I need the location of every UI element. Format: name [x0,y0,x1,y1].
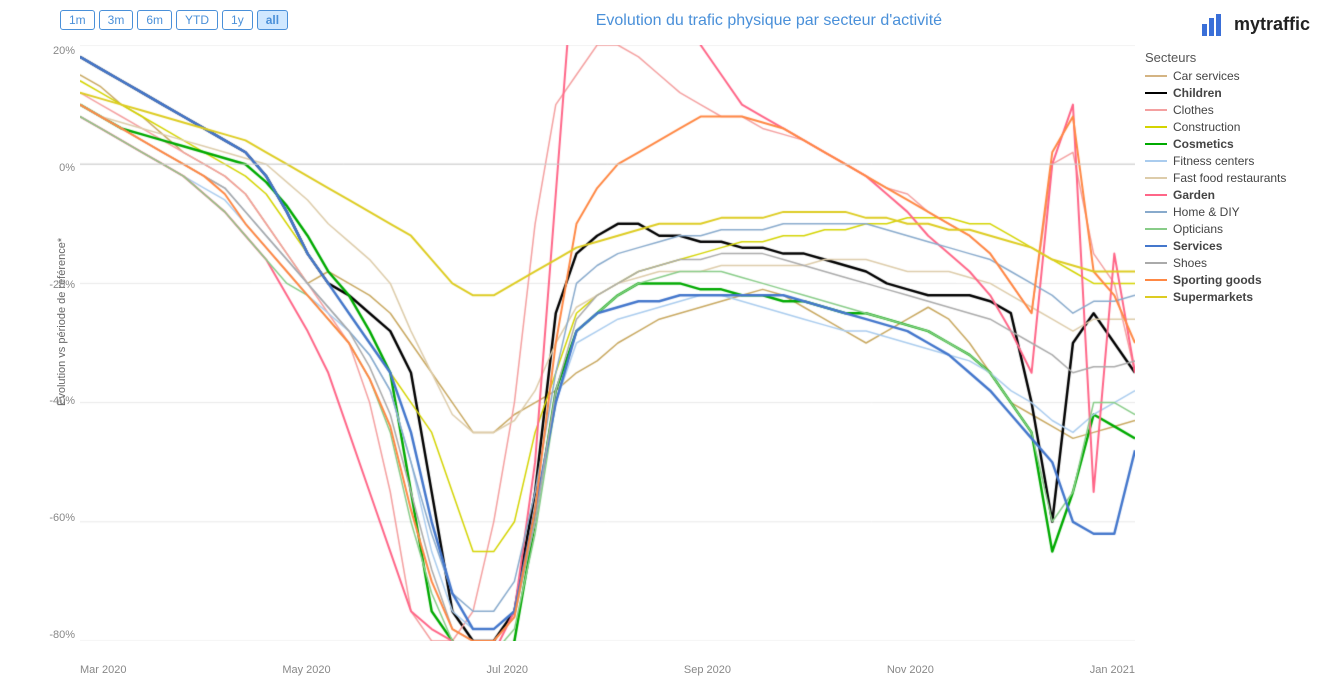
legend-line [1145,160,1167,162]
legend-label: Construction [1173,120,1240,134]
y-label-0: 0% [59,162,75,174]
legend-line [1145,109,1167,111]
btn-1y[interactable]: 1y [222,10,253,30]
legend-label: Fitness centers [1173,154,1254,168]
chart-title: Evolution du trafic physique par secteur… [596,12,942,30]
legend-label: Home & DIY [1173,205,1240,219]
legend-item: Services [1145,239,1320,253]
legend-item: Garden [1145,188,1320,202]
y-axis: 20% 0% -20% -40% -60% -80% [10,45,75,641]
legend-line [1145,194,1167,196]
legend-label: Opticians [1173,222,1223,236]
legend-line [1145,228,1167,230]
x-axis: Mar 2020 May 2020 Jul 2020 Sep 2020 Nov … [80,664,1135,676]
legend-item: Shoes [1145,256,1320,270]
legend-item: Clothes [1145,103,1320,117]
legend-line [1145,92,1167,94]
legend-line [1145,262,1167,264]
legend-item: Fast food restaurants [1145,171,1320,185]
x-label-mar2020: Mar 2020 [80,664,126,676]
legend-line [1145,75,1167,77]
btn-1m[interactable]: 1m [60,10,95,30]
legend-label: Cosmetics [1173,137,1234,151]
btn-all[interactable]: all [257,10,288,30]
x-label-may2020: May 2020 [282,664,330,676]
btn-ytd[interactable]: YTD [176,10,218,30]
logo-text: mytraffic [1234,14,1310,35]
legend-label: Supermarkets [1173,290,1253,304]
legend-label: Clothes [1173,103,1214,117]
legend-label: Services [1173,239,1222,253]
legend-item: Home & DIY [1145,205,1320,219]
legend-label: Children [1173,86,1222,100]
legend-items: Car services Children Clothes Construction C… [1145,69,1320,304]
legend-item: Sporting goods [1145,273,1320,287]
logo-icon [1200,10,1228,38]
legend-line [1145,296,1167,298]
legend-label: Car services [1173,69,1240,83]
x-label-jul2020: Jul 2020 [486,664,528,676]
y-label-neg40: -40% [49,395,75,407]
main-chart-canvas [80,45,1135,641]
y-label-neg60: -60% [49,512,75,524]
time-filter-group: 1m 3m 6m YTD 1y all [60,10,288,30]
legend-title: Secteurs [1145,50,1320,65]
legend-item: Supermarkets [1145,290,1320,304]
legend-line [1145,177,1167,179]
legend-item: Construction [1145,120,1320,134]
legend-item: Opticians [1145,222,1320,236]
x-label-jan2021: Jan 2021 [1090,664,1135,676]
btn-3m[interactable]: 3m [99,10,134,30]
legend-line [1145,245,1167,247]
legend-item: Children [1145,86,1320,100]
legend-line [1145,211,1167,213]
legend-label: Shoes [1173,256,1207,270]
legend-label: Fast food restaurants [1173,171,1286,185]
legend-item: Car services [1145,69,1320,83]
legend-line [1145,126,1167,128]
y-label-20: 20% [53,45,75,57]
x-label-nov2020: Nov 2020 [887,664,934,676]
legend-label: Sporting goods [1173,273,1262,287]
chart-container: 1m 3m 6m YTD 1y all Evolution du trafic … [0,0,1330,691]
y-label-neg20: -20% [49,279,75,291]
legend-line [1145,279,1167,281]
legend-line [1145,143,1167,145]
logo: mytraffic [1200,10,1310,38]
x-label-sep2020: Sep 2020 [684,664,731,676]
y-label-neg80: -80% [49,629,75,641]
chart-area [80,45,1135,641]
legend: Secteurs Car services Children Clothes Cons… [1145,50,1320,307]
legend-item: Cosmetics [1145,137,1320,151]
legend-label: Garden [1173,188,1215,202]
btn-6m[interactable]: 6m [137,10,172,30]
legend-item: Fitness centers [1145,154,1320,168]
